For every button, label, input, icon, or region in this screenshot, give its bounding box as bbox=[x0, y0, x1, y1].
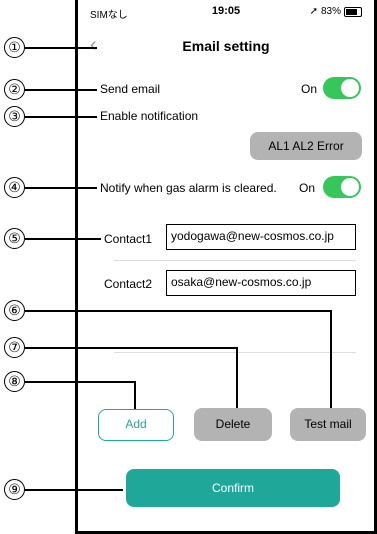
callout-line-1 bbox=[25, 47, 97, 49]
enable-notification-label: Enable notification bbox=[100, 109, 199, 123]
callout-8: ⑧ bbox=[4, 371, 25, 392]
location-icon: ➚ bbox=[309, 6, 318, 17]
callout-line-4 bbox=[25, 187, 97, 189]
callout-1: ① bbox=[4, 37, 25, 58]
contact2-label: Contact2 bbox=[104, 277, 153, 291]
callout-7: ⑦ bbox=[4, 337, 25, 358]
battery-percent: 83% bbox=[320, 6, 341, 17]
callout-9: ⑨ bbox=[4, 479, 25, 500]
status-right: ➚ 83% bbox=[310, 6, 362, 17]
callout-line-6 bbox=[25, 310, 331, 312]
status-bar: SIMなし 19:05 ➚ 83% bbox=[90, 4, 362, 21]
contact1-label: Contact1 bbox=[104, 232, 153, 246]
gas-alarm-cleared-label: Notify when gas alarm is cleared. bbox=[100, 181, 277, 195]
gas-alarm-cleared-toggle[interactable] bbox=[323, 176, 361, 198]
callout-4: ④ bbox=[4, 177, 25, 198]
add-button[interactable]: Add bbox=[98, 409, 174, 441]
callout-line-7 bbox=[25, 347, 237, 349]
callout-line-2 bbox=[25, 89, 97, 91]
callout-line-6-drop bbox=[330, 310, 332, 408]
callout-line-3 bbox=[25, 116, 97, 118]
callout-line-8 bbox=[25, 381, 135, 383]
contact1-email-field[interactable]: yodogawa@new-cosmos.co.jp bbox=[166, 224, 356, 250]
callout-line-8-drop bbox=[134, 381, 136, 409]
divider bbox=[114, 260, 356, 261]
page-title: Email setting bbox=[182, 38, 270, 54]
divider bbox=[114, 352, 356, 353]
callout-5: ⑤ bbox=[4, 228, 25, 249]
contact2-email-field[interactable]: osaka@new-cosmos.co.jp bbox=[166, 270, 356, 296]
callout-2: ② bbox=[4, 79, 25, 100]
callout-3: ③ bbox=[4, 106, 25, 127]
callout-6: ⑥ bbox=[4, 300, 25, 321]
confirm-button[interactable]: Confirm bbox=[126, 469, 340, 507]
send-email-state: On bbox=[301, 82, 318, 96]
test-mail-button[interactable]: Test mail bbox=[290, 408, 366, 441]
send-email-toggle[interactable] bbox=[323, 77, 361, 99]
battery-icon bbox=[344, 6, 362, 17]
send-email-label: Send email bbox=[100, 82, 161, 96]
gas-alarm-cleared-state: On bbox=[299, 181, 316, 195]
alarm-type-selector[interactable]: AL1 AL2 Error bbox=[250, 132, 362, 160]
callout-line-7-drop bbox=[236, 347, 238, 408]
callout-line-5 bbox=[25, 238, 101, 240]
callout-line-9 bbox=[25, 489, 123, 491]
phone-screen: SIMなし 19:05 ➚ 83% ‹ Email setting Send e… bbox=[75, 0, 377, 534]
delete-button[interactable]: Delete bbox=[194, 408, 272, 441]
